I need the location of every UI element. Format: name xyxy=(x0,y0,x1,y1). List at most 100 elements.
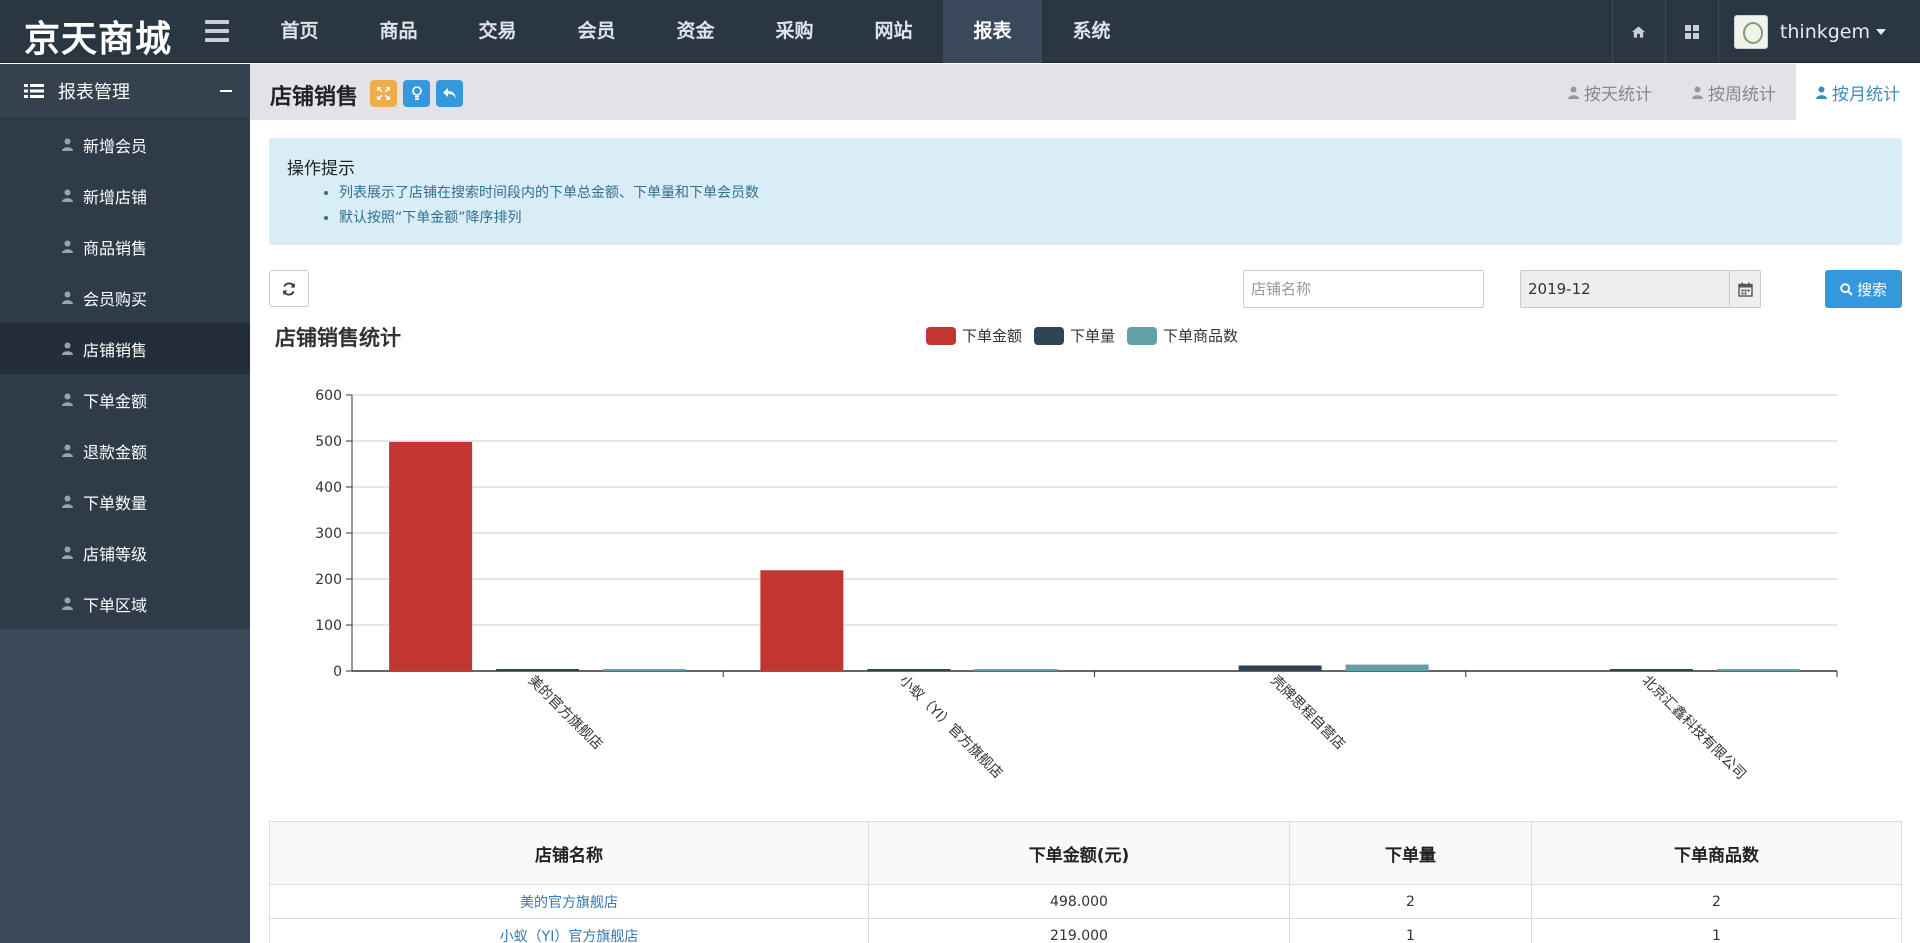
col-header-goods[interactable]: 下单商品数 xyxy=(1531,821,1902,885)
collapse-icon[interactable] xyxy=(220,90,232,92)
operation-tips: 操作提示 列表展示了店铺在搜索时间段内的下单总金额、下单量和下单会员数 默认按照… xyxy=(269,138,1902,245)
tab-label: 按月统计 xyxy=(1832,84,1900,105)
month-input[interactable] xyxy=(1521,271,1729,307)
legend-label: 下单商品数 xyxy=(1163,327,1239,345)
search-button-label: 搜索 xyxy=(1856,280,1887,299)
cell-shop: 美的官方旗舰店 xyxy=(269,884,869,919)
back-button[interactable] xyxy=(436,80,463,107)
tab-by-day[interactable]: 按天统计 xyxy=(1548,64,1672,120)
bar[interactable] xyxy=(1609,669,1693,671)
user-icon xyxy=(62,444,73,457)
chart-title: 店铺销售统计 xyxy=(275,326,401,350)
menu-toggle-icon[interactable] xyxy=(205,20,229,42)
home-icon[interactable] xyxy=(1611,0,1665,63)
col-header-shop[interactable]: 店铺名称 xyxy=(269,821,869,885)
calendar-icon[interactable] xyxy=(1729,271,1760,307)
tips-button[interactable] xyxy=(403,80,430,107)
bar[interactable] xyxy=(867,669,951,671)
fullscreen-button[interactable] xyxy=(370,80,397,107)
nav-item-system[interactable]: 系统 xyxy=(1042,0,1141,63)
page-title: 店铺销售 xyxy=(270,85,359,110)
user-menu[interactable]: thinkgem xyxy=(1717,0,1920,63)
tab-label: 按周统计 xyxy=(1708,84,1776,105)
shop-link[interactable]: 小蚁（YI）官方旗舰店 xyxy=(500,929,639,943)
nav-item-finance[interactable]: 资金 xyxy=(646,0,745,63)
legend-item-goods[interactable]: 下单商品数 xyxy=(1127,325,1238,346)
x-tick-label: 美的官方旗舰店 xyxy=(525,673,606,754)
col-header-amount[interactable]: 下单金额(元) xyxy=(868,821,1290,885)
nav-item-reports[interactable]: 报表 xyxy=(943,0,1042,63)
sidebar-item-new-members[interactable]: 新增会员 xyxy=(0,119,250,170)
bar[interactable] xyxy=(389,441,473,671)
nav-item-member[interactable]: 会员 xyxy=(547,0,646,63)
tab-by-week[interactable]: 按周统计 xyxy=(1672,64,1796,120)
sidebar-item-refund-amount[interactable]: 退款金额 xyxy=(0,425,250,476)
chevron-down-icon xyxy=(1876,28,1886,35)
sidebar-item-label: 会员购买 xyxy=(83,289,148,309)
sidebar-item-label: 新增会员 xyxy=(83,136,148,156)
cell-orders: 2 xyxy=(1289,884,1532,919)
legend-item-amount[interactable]: 下单金额 xyxy=(926,325,1022,346)
y-tick-label: 600 xyxy=(315,388,342,404)
sales-table: 店铺名称 下单金额(元) 下单量 下单商品数 美的官方旗舰店 498.000 2… xyxy=(269,821,1902,943)
y-tick-label: 100 xyxy=(315,618,342,634)
sidebar-item-label: 下单数量 xyxy=(83,493,148,513)
sidebar-item-product-sales[interactable]: 商品销售 xyxy=(0,221,250,272)
tips-list: 列表展示了店铺在搜索时间段内的下单总金额、下单量和下单会员数 默认按照“下单金额… xyxy=(287,181,1884,231)
list-icon xyxy=(24,84,44,98)
bar[interactable] xyxy=(1238,665,1322,671)
tips-title: 操作提示 xyxy=(287,159,355,179)
col-header-orders[interactable]: 下单量 xyxy=(1289,821,1532,885)
shop-name-input[interactable] xyxy=(1243,270,1484,308)
bar[interactable] xyxy=(1716,669,1800,671)
cell-goods: 1 xyxy=(1531,918,1902,943)
sidebar-item-shop-level[interactable]: 店铺等级 xyxy=(0,527,250,578)
bar[interactable] xyxy=(603,669,687,671)
bar[interactable] xyxy=(1345,664,1429,671)
sidebar-item-label: 下单金额 xyxy=(83,391,148,411)
chart-legend: 下单金额 下单量 下单商品数 xyxy=(926,325,1238,346)
sidebar-title: 报表管理 xyxy=(58,82,130,103)
sidebar-item-shop-sales[interactable]: 店铺销售 xyxy=(0,323,250,374)
shop-link[interactable]: 美的官方旗舰店 xyxy=(520,895,618,911)
legend-swatch xyxy=(1034,326,1065,345)
tip-item: 默认按照“下单金额”降序排列 xyxy=(339,206,1884,231)
sidebar-item-order-amount[interactable]: 下单金额 xyxy=(0,374,250,425)
table-row: 美的官方旗舰店 498.000 2 2 xyxy=(269,884,1902,919)
sidebar-item-label: 商品销售 xyxy=(83,238,148,258)
sidebar-item-member-purchase[interactable]: 会员购买 xyxy=(0,272,250,323)
user-icon xyxy=(62,393,73,406)
top-navbar: 京天商城 首页 商品 交易 会员 资金 采购 网站 报表 系统 thinkgem xyxy=(0,0,1920,63)
sidebar-item-new-shops[interactable]: 新增店铺 xyxy=(0,170,250,221)
nav-item-goods[interactable]: 商品 xyxy=(349,0,448,63)
refresh-button[interactable] xyxy=(269,270,309,307)
nav-item-trade[interactable]: 交易 xyxy=(448,0,547,63)
tab-by-month[interactable]: 按月统计 xyxy=(1796,64,1920,120)
cell-amount: 219.000 xyxy=(868,918,1290,943)
sidebar-item-order-count[interactable]: 下单数量 xyxy=(0,476,250,527)
sidebar-section-header[interactable]: 报表管理 xyxy=(0,64,250,119)
cell-orders: 1 xyxy=(1289,918,1532,943)
top-right-tools: thinkgem xyxy=(1611,0,1920,63)
nav-item-purchase[interactable]: 采购 xyxy=(745,0,844,63)
sidebar: 报表管理 新增会员新增店铺商品销售会员购买店铺销售下单金额退款金额下单数量店铺等… xyxy=(0,64,250,943)
nav-item-website[interactable]: 网站 xyxy=(844,0,943,63)
search-button[interactable]: 搜索 xyxy=(1825,270,1902,308)
sidebar-item-order-region[interactable]: 下单区域 xyxy=(0,578,250,629)
x-tick-label: 北京汇鑫科技有限公司 xyxy=(1639,672,1750,783)
user-icon xyxy=(62,291,73,304)
expand-icon xyxy=(377,87,390,100)
bar[interactable] xyxy=(496,669,580,671)
cell-goods: 2 xyxy=(1531,884,1902,919)
logo-text: 京天商城 xyxy=(24,19,173,60)
user-icon xyxy=(62,495,73,508)
title-actions xyxy=(370,80,463,107)
bar[interactable] xyxy=(760,570,844,671)
bar[interactable] xyxy=(974,669,1058,671)
grid-icon[interactable] xyxy=(1664,0,1718,63)
user-icon xyxy=(1568,86,1579,99)
nav-item-home[interactable]: 首页 xyxy=(250,0,349,63)
y-tick-label: 500 xyxy=(315,434,342,450)
tab-label: 按天统计 xyxy=(1584,84,1652,105)
legend-item-orders[interactable]: 下单量 xyxy=(1034,325,1115,346)
